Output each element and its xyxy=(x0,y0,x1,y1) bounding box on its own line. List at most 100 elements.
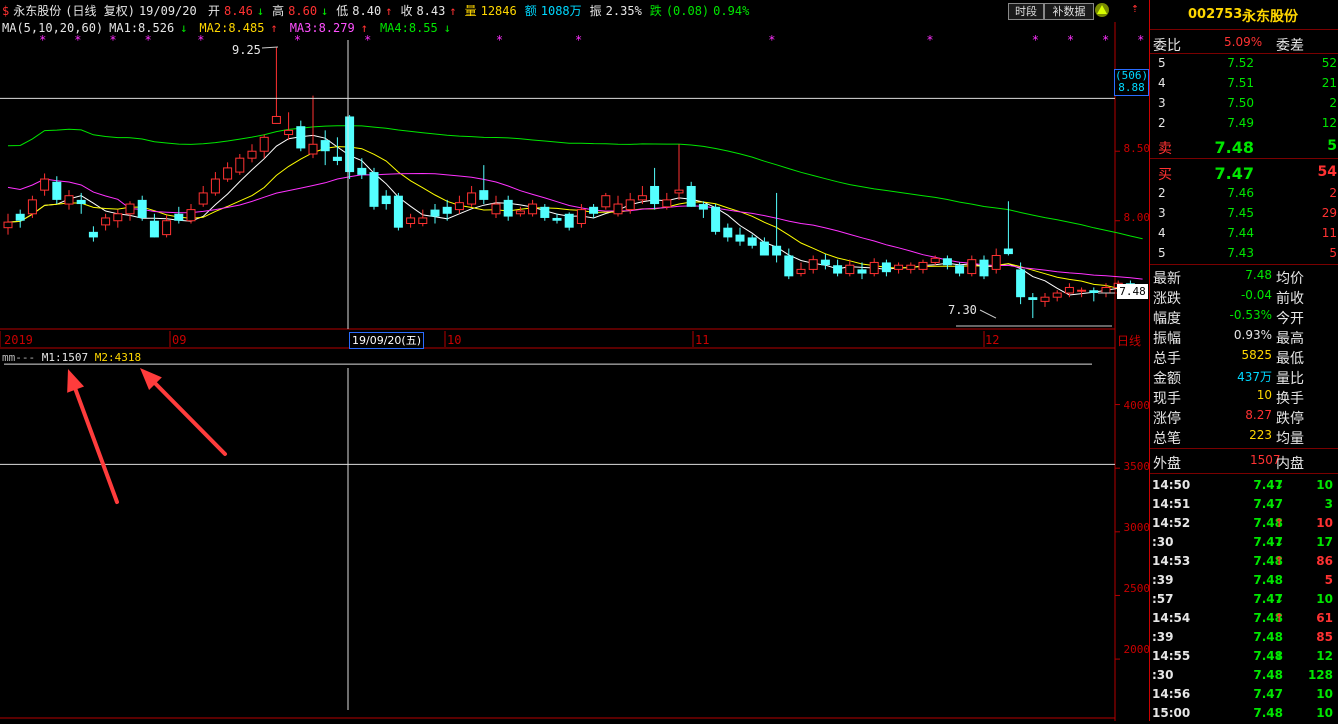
time-share-button[interactable]: 时段 xyxy=(1008,3,1044,20)
candle-body xyxy=(894,264,904,270)
indicator-m1: M1:1507 xyxy=(41,351,89,364)
candle-body xyxy=(845,264,855,275)
candle-body xyxy=(174,213,184,221)
candle-body xyxy=(881,262,891,273)
candle-body xyxy=(930,257,940,263)
ma2-value: MA2:8.485 ↑ xyxy=(199,21,278,35)
tick-row: :39 7.48 85 xyxy=(1152,630,1333,644)
candle-body xyxy=(552,217,562,221)
stock-name: 永东股份 xyxy=(13,4,62,18)
candle-body xyxy=(320,140,330,152)
tick-row: :39 7.48 5 xyxy=(1152,573,1333,587)
candle-body xyxy=(686,185,696,207)
stat-row: 总笔 223 均量 xyxy=(1153,428,1304,447)
candle-body xyxy=(991,254,1001,270)
high-leader xyxy=(261,46,279,49)
candle-body xyxy=(247,150,257,159)
candle-body xyxy=(1040,296,1050,302)
indicator-name: mm--- xyxy=(2,351,36,364)
candle-body xyxy=(564,213,574,228)
tick-row: 14:56 7.47 10 xyxy=(1152,687,1333,701)
candle-body xyxy=(613,203,623,215)
ma4-line xyxy=(7,125,1143,240)
stat-row: 涨停 8.27 跌停 xyxy=(1153,408,1304,427)
amount-value: 额 1088万 xyxy=(524,4,582,18)
candle-body xyxy=(3,221,13,229)
candle-body xyxy=(967,259,977,275)
quote-info-line: $ 永东股份 (日线 复权) 19/09/20 开 8.46 ↓ 高 8.60 ↓ 低 8.40 ↑ 收… xyxy=(2,3,757,19)
quote-panel: 002753 永东股份 委比 5.09% 委差 5 7.52 52 4 7.51 21 3 7… xyxy=(1149,0,1338,721)
candle-body xyxy=(418,217,428,225)
stock-icon: $ xyxy=(2,4,10,18)
tick-row: :30 7.48 128 xyxy=(1152,668,1333,682)
candle-body xyxy=(479,190,489,200)
stat-row: 幅度 -0.53% 今开 xyxy=(1153,308,1304,327)
candle-body xyxy=(345,116,355,173)
open-value: 开 8.46 ↓ xyxy=(207,4,265,18)
candle-body xyxy=(406,217,416,225)
outer-inner-row: 外盘 1507 内盘 xyxy=(1153,453,1304,472)
candle-body xyxy=(210,178,220,194)
candle-body xyxy=(747,237,757,246)
candle-body xyxy=(223,167,233,180)
candle-body xyxy=(27,199,37,215)
weibi-row: 委比 5.09% 委差 xyxy=(1153,35,1304,54)
scroll-up-icon[interactable]: ⇡ xyxy=(1131,1,1139,16)
candle-body xyxy=(674,189,684,194)
candle-body xyxy=(88,231,98,238)
fall-value: 跌 (0.08) 0.94% xyxy=(649,4,750,18)
indicator-axis-label: 3500 xyxy=(1123,460,1151,473)
candle-body xyxy=(40,178,50,191)
quote-panel-header: 002753 永东股份 xyxy=(1150,0,1338,30)
stat-row: 涨跌 -0.04 前收 xyxy=(1153,288,1304,307)
candle-body xyxy=(979,259,989,277)
candle-body xyxy=(442,206,452,214)
candle-body xyxy=(918,261,928,270)
tick-row: 14:52 7.48 ↑ 10 xyxy=(1152,516,1333,530)
stat-row: 最新 7.48 均价 xyxy=(1153,268,1304,287)
candle-body xyxy=(259,136,269,152)
candle-body xyxy=(235,157,245,173)
candle-body xyxy=(650,185,660,205)
candle-body xyxy=(1077,289,1087,292)
annotation-arrow xyxy=(67,369,119,504)
tick-row: 14:51 7.47 3 xyxy=(1152,497,1333,511)
tick-row: 15:00 7.48 10 xyxy=(1152,706,1333,720)
period-mode-label[interactable]: 日线 xyxy=(1117,332,1147,349)
marker-star: * xyxy=(1067,33,1074,47)
x-label-year: 2019 xyxy=(4,333,33,347)
marker-star: * xyxy=(575,33,582,47)
candle-body xyxy=(76,199,86,205)
candle-body xyxy=(955,265,965,274)
cursor-date-label: 19/09/20(五) xyxy=(349,332,424,349)
stock-code: 002753 xyxy=(1188,7,1243,22)
annotation-arrow xyxy=(140,368,227,456)
supplement-data-button[interactable]: 补数据 xyxy=(1044,3,1094,20)
high-value: 高 8.60 ↓ xyxy=(272,4,329,18)
candle-body xyxy=(284,129,294,136)
candle-body xyxy=(101,217,111,226)
tick-row: 14:53 7.48 ↑ 86 xyxy=(1152,554,1333,568)
candle-body xyxy=(64,195,74,205)
candle-body xyxy=(149,220,159,238)
candle-body xyxy=(1052,292,1062,298)
candle-body xyxy=(454,202,464,211)
x-label-month: 11 xyxy=(695,333,710,347)
up-triangle-icon[interactable] xyxy=(1094,2,1110,18)
candle-body xyxy=(296,126,306,149)
candle-body xyxy=(698,204,708,210)
candle-body xyxy=(491,203,501,215)
volume-value: 量 12846 xyxy=(464,4,517,18)
candle-body xyxy=(820,259,830,266)
tick-row: :57 7.47 ↓ 10 xyxy=(1152,592,1333,606)
low-value: 低 8.40 ↑ xyxy=(336,4,393,18)
tick-row: :30 7.47 ↓ 17 xyxy=(1152,535,1333,549)
bid-level-row: 4 7.44 11 xyxy=(1158,226,1337,240)
stat-row: 现手 10 换手 xyxy=(1153,388,1304,407)
x-label-month: 10 xyxy=(447,333,462,347)
kline-chart[interactable]: ******************** xyxy=(0,0,1149,721)
low-leader xyxy=(979,309,997,319)
candle-body xyxy=(759,241,769,256)
x-label-month: 09 xyxy=(172,333,187,347)
marker-star: * xyxy=(1137,33,1144,47)
